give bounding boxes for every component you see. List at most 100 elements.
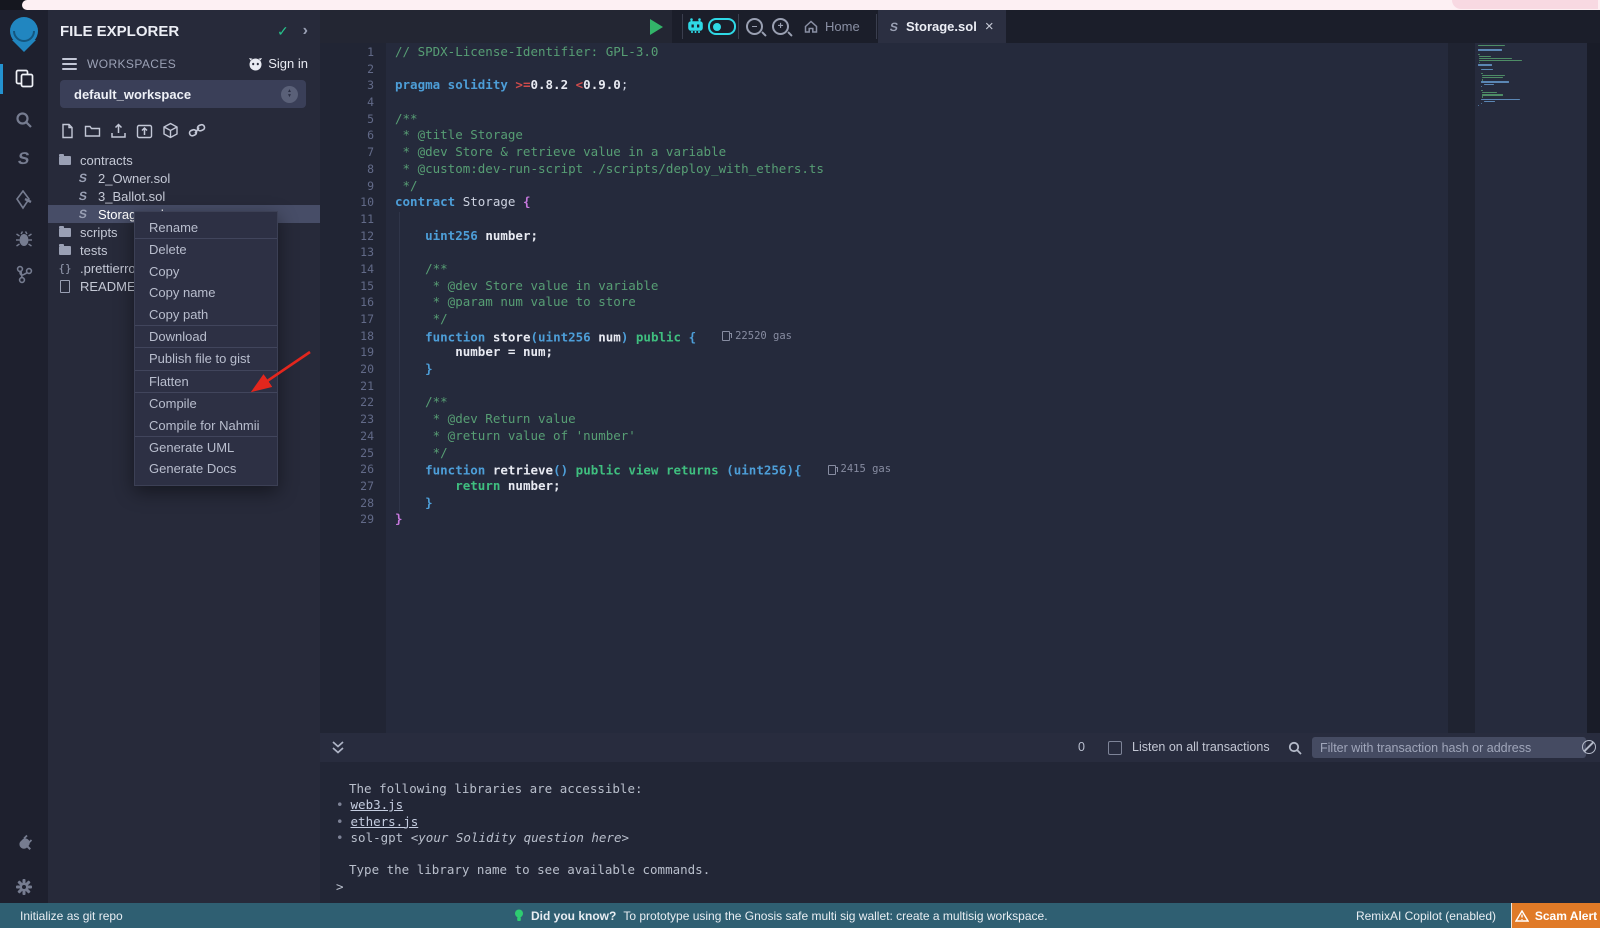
sign-in-button[interactable]: Sign in — [248, 56, 308, 71]
terminal-link[interactable]: web3.js — [351, 797, 404, 812]
listen-checkbox[interactable] — [1108, 741, 1122, 755]
minimap-line — [1478, 45, 1505, 46]
code-line-27: 27 return number; — [320, 478, 1448, 495]
transaction-count: 0 — [1078, 740, 1085, 754]
deploy-run-icon[interactable] — [0, 185, 48, 215]
run-script-button[interactable] — [650, 10, 663, 43]
code-editor[interactable]: 1// SPDX-License-Identifier: GPL-3.023pr… — [320, 43, 1600, 733]
git-init-button[interactable]: Initialize as git repo — [20, 909, 123, 923]
menu-item-generate-uml[interactable]: Generate UML — [135, 437, 277, 458]
settings-icon[interactable] — [0, 872, 48, 902]
file-explorer-icon[interactable] — [0, 63, 48, 93]
tab-home-label: Home — [825, 19, 860, 34]
code-text: pragma solidity >=0.8.2 <0.9.0; — [395, 77, 628, 94]
code-text: // SPDX-License-Identifier: GPL-3.0 — [395, 44, 658, 61]
minimap-line — [1482, 79, 1484, 80]
panel-title: FILE EXPLORER — [60, 23, 277, 40]
tab-storage-sol[interactable]: S Storage.sol × — [878, 10, 1006, 43]
minimap-line — [1484, 101, 1495, 102]
code-line-21: 21 — [320, 378, 1448, 395]
menu-item-copy[interactable]: Copy — [135, 261, 277, 282]
terminal-search-icon[interactable] — [1288, 741, 1302, 760]
menu-item-delete[interactable]: Delete — [135, 239, 277, 260]
code-text: * @return value of 'number' — [395, 428, 636, 445]
import-link-icon[interactable] — [188, 123, 206, 138]
line-number: 16 — [320, 294, 374, 311]
menu-item-compile-for-nahmii[interactable]: Compile for Nahmii — [135, 415, 277, 436]
minimap-line — [1482, 94, 1503, 95]
upload-folder-icon[interactable] — [136, 123, 153, 139]
sol-icon: S — [76, 171, 90, 185]
line-number: 28 — [320, 495, 374, 512]
line-number: 13 — [320, 244, 374, 261]
transaction-filter-input[interactable] — [1312, 737, 1586, 758]
menu-item-copy-name[interactable]: Copy name — [135, 282, 277, 303]
line-number: 29 — [320, 511, 374, 528]
browser-edge-strip — [22, 0, 1600, 10]
git-icon[interactable] — [0, 259, 48, 289]
code-line-16: 16 * @param num value to store — [320, 294, 1448, 311]
line-number: 9 — [320, 178, 374, 195]
new-file-icon[interactable] — [60, 123, 75, 139]
tree-item-label: 2_Owner.sol — [98, 171, 170, 186]
code-area[interactable]: 1// SPDX-License-Identifier: GPL-3.023pr… — [320, 44, 1448, 528]
minimap[interactable] — [1475, 43, 1587, 733]
line-number: 10 — [320, 194, 374, 211]
page-icon — [58, 280, 72, 293]
folder-icon — [58, 228, 72, 237]
code-line-8: 8 * @custom:dev-run-script ./scripts/dep… — [320, 161, 1448, 178]
gas-estimate: 22520 gas — [722, 328, 792, 345]
plugin-manager-icon[interactable] — [0, 828, 48, 858]
menu-item-rename[interactable]: Rename — [135, 217, 277, 238]
line-number: 11 — [320, 211, 374, 228]
copilot-toggle[interactable] — [708, 10, 736, 43]
zoom-in-button[interactable]: + — [772, 10, 789, 43]
line-number: 4 — [320, 94, 374, 111]
tree-item-contracts[interactable]: contracts — [48, 151, 320, 169]
tree-item-label: contracts — [80, 153, 133, 168]
zoom-in-icon: + — [772, 18, 789, 35]
copilot-status[interactable]: RemixAI Copilot (enabled) — [1356, 909, 1496, 923]
terminal[interactable]: The following libraries are accessible:•… — [320, 762, 1600, 903]
listen-label: Listen on all transactions — [1132, 740, 1270, 754]
debugger-icon[interactable] — [0, 224, 48, 254]
menu-item-generate-docs[interactable]: Generate Docs — [135, 458, 277, 479]
terminal-header: 0 Listen on all transactions — [320, 733, 1600, 762]
remix-logo-icon[interactable] — [5, 15, 43, 57]
clear-console-icon[interactable] — [1582, 740, 1596, 754]
code-text: function retrieve() public view returns … — [395, 461, 891, 478]
minimap-line — [1478, 71, 1583, 72]
tree-item-3-ballot-sol[interactable]: S3_Ballot.sol — [48, 187, 320, 205]
terminal-link[interactable]: ethers.js — [351, 814, 419, 829]
upload-file-icon[interactable] — [110, 123, 127, 139]
code-text: } — [395, 495, 433, 512]
code-line-11: 11 — [320, 211, 1448, 228]
tree-item-2-owner-sol[interactable]: S 2_Owner.sol — [48, 169, 320, 187]
code-text: * @dev Return value — [395, 411, 576, 428]
new-folder-icon[interactable] — [84, 123, 101, 138]
collapse-terminal-icon[interactable] — [332, 741, 344, 760]
remixai-robot-button[interactable] — [686, 10, 705, 43]
scam-alert-button[interactable]: Scam Alert — [1511, 903, 1600, 928]
editor-scrollbar[interactable] — [1448, 43, 1475, 733]
chevron-right-icon[interactable]: › — [303, 22, 308, 40]
scam-alert-label: Scam Alert — [1535, 909, 1597, 923]
play-icon — [650, 19, 663, 35]
tab-close-icon[interactable]: × — [985, 18, 994, 35]
tab-home[interactable]: Home — [804, 10, 860, 43]
minimap-line — [1481, 73, 1483, 74]
line-number: 6 — [320, 127, 374, 144]
code-text: * @param num value to store — [395, 294, 636, 311]
workspace-select[interactable]: default_workspace ▲▼ — [60, 80, 306, 108]
search-icon[interactable] — [0, 105, 48, 135]
workspaces-menu-icon[interactable] — [62, 58, 77, 70]
code-line-25: 25 */ — [320, 445, 1448, 462]
line-number: 5 — [320, 111, 374, 128]
gas-pump-icon — [828, 465, 836, 475]
zoom-out-button[interactable]: – — [746, 10, 763, 43]
menu-item-copy-path[interactable]: Copy path — [135, 304, 277, 325]
gas-pump-icon — [722, 331, 730, 341]
load-cube-icon[interactable] — [162, 122, 179, 139]
zoom-out-icon: – — [746, 18, 763, 35]
solidity-compiler-icon[interactable]: S — [0, 144, 48, 174]
